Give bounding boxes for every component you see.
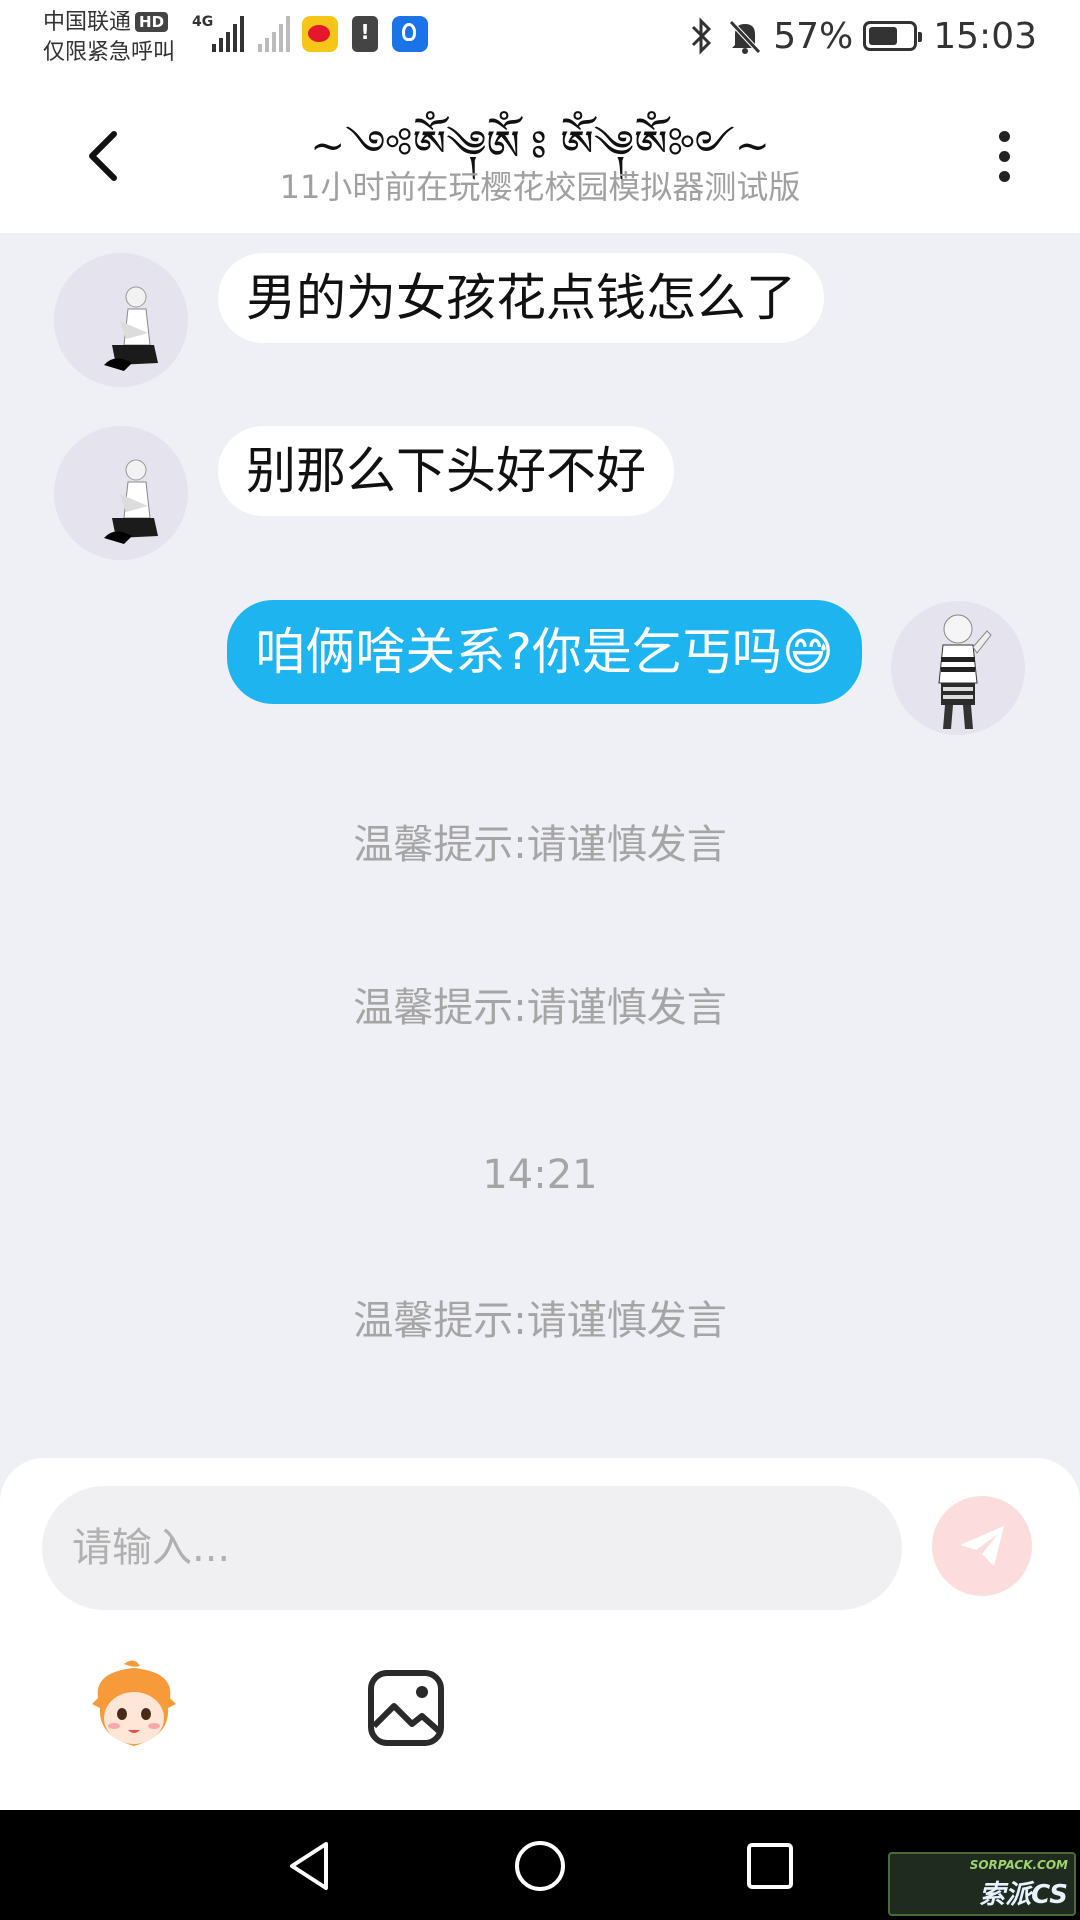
nav-home-button[interactable]: [510, 1836, 570, 1896]
message-bubble-incoming[interactable]: 别那么下头好不好: [218, 426, 674, 516]
system-notice: 温馨提示:请谨慎发言: [353, 822, 727, 868]
battery-icon: [863, 21, 923, 51]
self-avatar[interactable]: [891, 601, 1025, 735]
contact-avatar[interactable]: [54, 426, 188, 560]
image-button[interactable]: [366, 1668, 446, 1748]
watermark-brand: 索派CS: [979, 1880, 1068, 1910]
back-button[interactable]: [70, 120, 142, 192]
contact-activity: 11小时前在玩樱花校园模拟器测试版: [279, 168, 801, 206]
status-bar: 中国联通HD 仅限紧急呼叫 4G 57% 15:03: [0, 0, 1080, 80]
mute-bell-icon: [729, 20, 762, 54]
chevron-left-icon: [89, 131, 117, 181]
message-timestamp: 14:21: [482, 1152, 598, 1198]
chat-header: ~༺ༀ༆ༀ ཿ ༀ༆ༀ༻~ 11小时前在玩樱花校园模拟器测试版: [0, 80, 1080, 233]
battery-percent: 57%: [773, 15, 854, 57]
composer-panel: [0, 1458, 1080, 1810]
carrier-status: 仅限紧急呼叫: [43, 40, 176, 65]
message-bubble-incoming[interactable]: 男的为女孩花点钱怎么了: [218, 253, 824, 343]
circle-home-icon: [515, 1841, 565, 1891]
watermark-url: SORPACK.COM: [969, 1858, 1068, 1872]
contact-avatar[interactable]: [54, 253, 188, 387]
more-vertical-icon: [998, 130, 1010, 142]
signal-2-icon: [258, 16, 290, 52]
avatar-figure-icon: [938, 614, 992, 729]
watermark-logo: SORPACK.COM 索派CS: [888, 1852, 1076, 1916]
carrier-name: 中国联通: [43, 10, 132, 35]
lightbulb-icon: [392, 16, 428, 52]
carrier-info: 中国联通 HD 仅限紧急呼叫: [43, 8, 175, 68]
nav-recents-button[interactable]: [740, 1836, 800, 1896]
clock: 15:03: [933, 15, 1037, 57]
network-type: 4G: [192, 14, 214, 30]
more-dot: [998, 150, 1010, 162]
message-input[interactable]: [42, 1486, 902, 1610]
system-notice: 温馨提示:请谨慎发言: [353, 1298, 727, 1344]
triangle-back-icon: [290, 1842, 328, 1890]
nav-back-button[interactable]: [280, 1836, 340, 1896]
avatar-figure-icon: [104, 286, 158, 371]
paper-plane-icon: [960, 1526, 1004, 1566]
emoji-face-icon: [92, 1660, 176, 1746]
status-right: 57% 15:03: [687, 14, 1037, 58]
message-bubble-outgoing[interactable]: 咱俩啥关系?你是乞丐吗😅: [227, 600, 862, 704]
signal-icon: [212, 16, 244, 52]
emoji-button[interactable]: [84, 1658, 184, 1758]
hd-badge: HD: [135, 12, 169, 32]
bluetooth-icon: [692, 17, 712, 55]
more-options-button[interactable]: [968, 120, 1040, 192]
square-recents-icon: [747, 1843, 793, 1889]
image-icon: [368, 1670, 444, 1746]
weibo-icon: [302, 16, 338, 52]
more-dot: [998, 170, 1010, 182]
send-button[interactable]: [932, 1496, 1032, 1596]
avatar-figure-icon: [104, 459, 158, 544]
battery-warning-icon: [352, 16, 378, 52]
system-notice: 温馨提示:请谨慎发言: [353, 985, 727, 1031]
